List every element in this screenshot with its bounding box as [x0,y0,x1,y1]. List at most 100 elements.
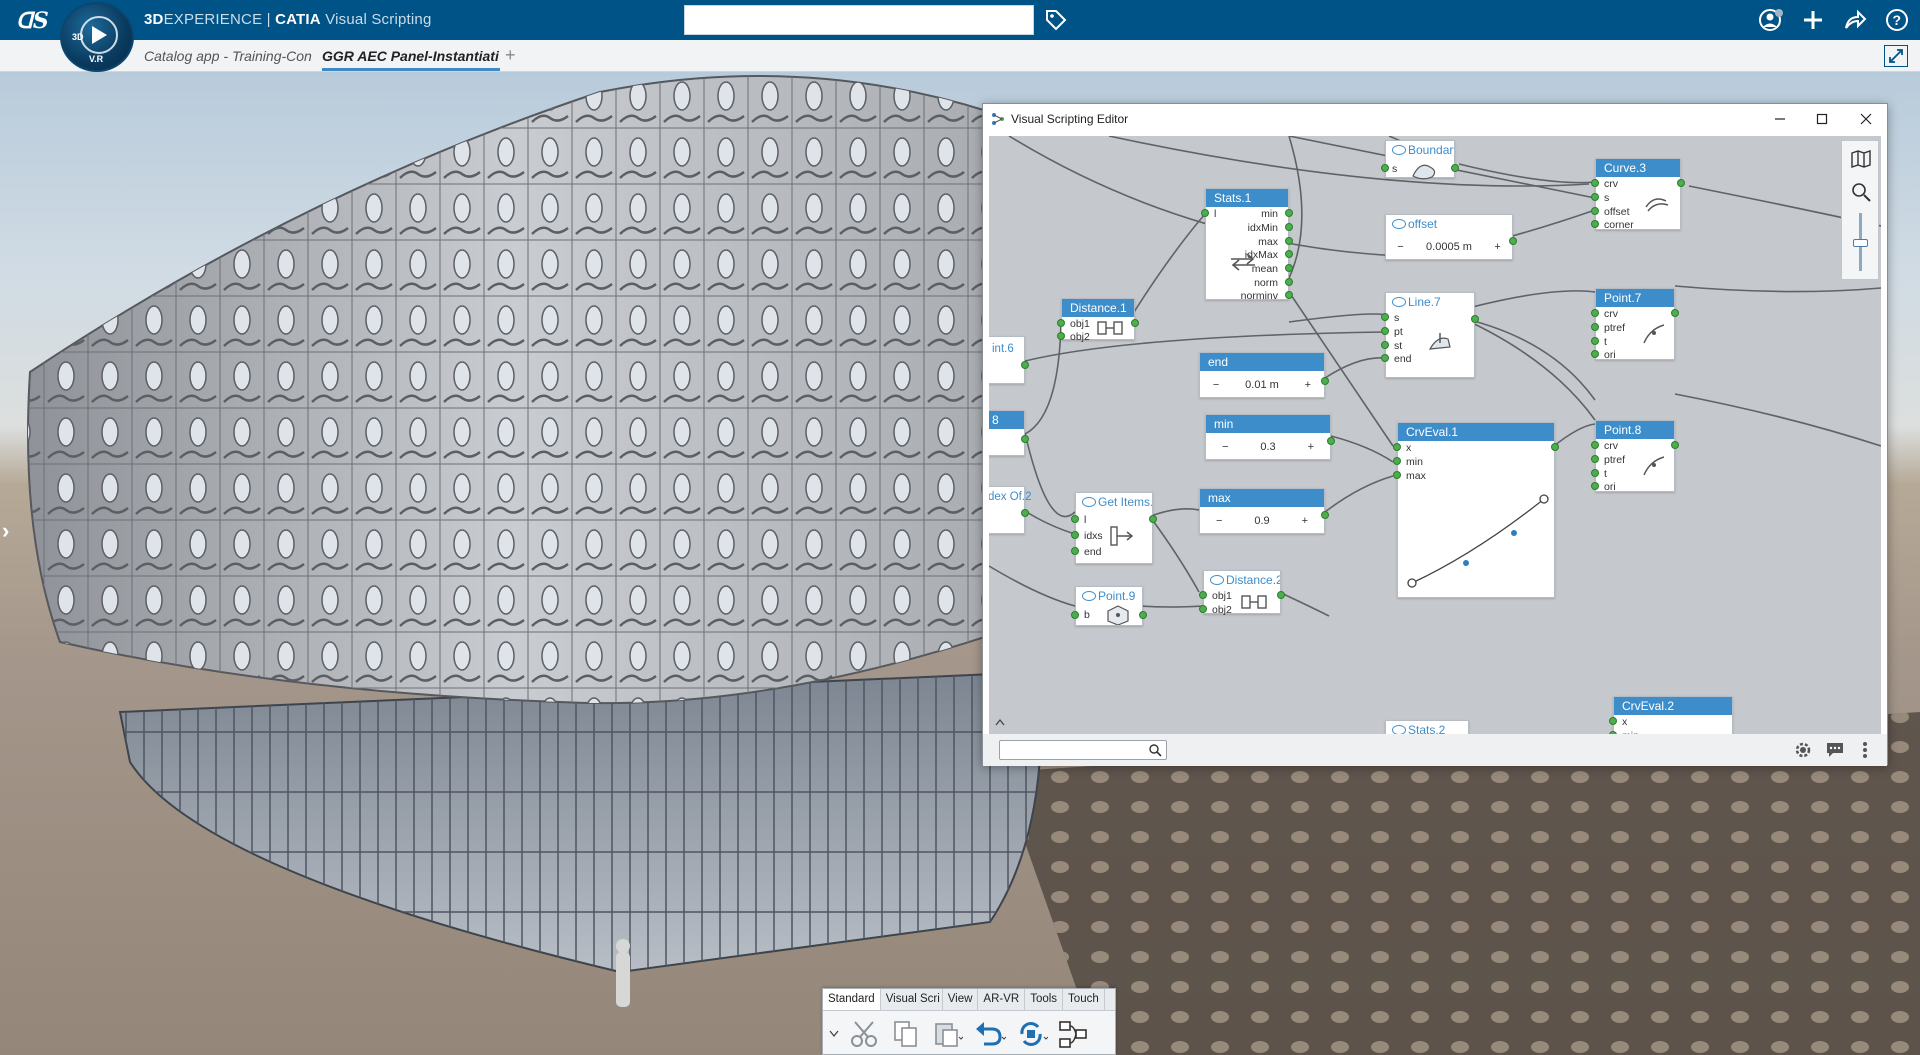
share-icon[interactable] [1842,7,1868,33]
node-curve-3[interactable]: Curve.3 crv s offset corner [1591,158,1685,231]
node-crveval-1[interactable]: CrvEval.1 x min max [1393,422,1559,598]
user-profile-icon[interactable] [1758,7,1784,33]
port-dot[interactable] [1393,443,1401,451]
port-dot[interactable] [1591,469,1599,477]
port-dot[interactable] [1451,164,1459,172]
port-dot[interactable] [1381,354,1389,362]
node-max[interactable]: max − 0.9 + [1199,488,1329,534]
increment-button[interactable]: + [1494,241,1500,253]
port-dot[interactable] [1321,511,1329,519]
map-icon[interactable] [1850,149,1872,169]
top-search-input[interactable] [684,5,1034,35]
max-value[interactable]: 0.9 [1254,515,1269,527]
update-button[interactable] [1015,1017,1049,1051]
play-icon[interactable] [92,26,107,44]
node-point-7[interactable]: Point.7 crv ptref t ori [1591,288,1679,361]
port-dot[interactable] [1609,717,1617,725]
port-dot[interactable] [1149,515,1157,523]
undo-button[interactable] [973,1017,1007,1051]
tab-catalog-app[interactable]: Catalog app - Training-Con [144,48,320,64]
cut-button[interactable] [847,1017,881,1051]
zoom-icon[interactable] [1850,181,1872,203]
node-search-input[interactable] [999,740,1167,760]
chevron-up-icon[interactable] [995,718,1005,726]
node-point-9[interactable]: Point.9 b [1071,586,1147,626]
evaluation-curve-graph[interactable] [1406,483,1550,595]
close-button[interactable] [1855,108,1877,130]
node-8[interactable]: 8 [989,410,1029,456]
tab-visual-scripting[interactable]: Visual Scri [881,989,943,1010]
port-dot[interactable] [1201,209,1209,217]
port-dot[interactable] [1071,611,1079,619]
dassault-logo-icon[interactable]: ꓷS [14,4,49,36]
help-icon[interactable]: ? [1884,7,1910,33]
expand-left-panel-icon[interactable]: › [2,518,9,544]
port-dot[interactable] [1591,207,1599,215]
add-icon[interactable] [1800,7,1826,33]
port-dot[interactable] [1591,350,1599,358]
more-options-button[interactable] [1855,740,1875,760]
graph-canvas[interactable]: Boundary.! s Curve.3 crv s offset corner… [989,136,1881,734]
port-dot[interactable] [1381,327,1389,335]
node-line-7[interactable]: Line.7 s pt st end [1381,292,1479,378]
increment-button[interactable]: + [1302,515,1308,527]
port-dot[interactable] [1021,361,1029,369]
fullscreen-button[interactable] [1884,45,1908,67]
port-dot[interactable] [1131,319,1139,327]
tab-standard[interactable]: Standard [823,989,881,1010]
compass-icon[interactable]: 3D V.R [60,2,134,72]
increment-button[interactable]: + [1305,379,1311,391]
port-dot[interactable] [1285,223,1293,231]
port-dot[interactable] [1591,441,1599,449]
node-get-items-2[interactable]: Get Items.2 l idxs end [1071,492,1157,564]
decrement-button[interactable]: − [1222,441,1228,453]
node-index-of-2[interactable]: dex Of.2 [989,486,1031,534]
comments-button[interactable] [1825,740,1845,760]
port-dot[interactable] [1285,291,1293,299]
port-dot[interactable] [1591,482,1599,490]
graph-button[interactable] [1057,1017,1091,1051]
port-dot[interactable] [1199,605,1207,613]
add-tab-button[interactable]: + [505,45,516,66]
port-dot[interactable] [1591,179,1599,187]
end-value[interactable]: 0.01 m [1245,379,1279,391]
offset-value[interactable]: 0.0005 m [1426,241,1472,253]
port-dot[interactable] [1057,332,1065,340]
node-stats-1[interactable]: Stats.1 l min idxMin max idxMax mean nor… [1201,188,1293,302]
port-dot[interactable] [1071,515,1079,523]
node-int-6[interactable]: int.6 [989,336,1029,384]
settings-button[interactable] [1793,740,1813,760]
port-dot[interactable] [1285,278,1293,286]
zoom-slider-handle[interactable] [1853,239,1868,247]
port-dot[interactable] [1285,209,1293,217]
minimize-button[interactable] [1769,108,1791,130]
tab-tools[interactable]: Tools [1025,989,1064,1010]
port-dot[interactable] [1671,441,1679,449]
port-dot[interactable] [1591,455,1599,463]
port-dot[interactable] [1285,250,1293,258]
node-crveval-2[interactable]: CrvEval.2 x min [1609,696,1733,734]
end-value-stepper[interactable]: − 0.01 m + [1200,373,1324,397]
port-dot[interactable] [1393,457,1401,465]
offset-value-stepper[interactable]: − 0.0005 m + [1386,235,1512,259]
node-distance-2[interactable]: Distance.2 obj1 obj2 [1199,570,1285,616]
search-icon[interactable] [1148,743,1162,757]
port-dot[interactable] [1677,179,1685,187]
port-dot[interactable] [1381,313,1389,321]
tab-touch[interactable]: Touch [1063,989,1105,1010]
port-dot[interactable] [1381,164,1389,172]
tag-icon[interactable] [1044,8,1068,32]
port-dot[interactable] [1591,193,1599,201]
min-value[interactable]: 0.3 [1260,441,1275,453]
port-dot[interactable] [1071,547,1079,555]
chevron-down-icon[interactable] [829,1030,839,1038]
port-dot[interactable] [1671,309,1679,317]
node-distance-1[interactable]: Distance.1 obj1 obj2 [1057,298,1139,343]
port-dot[interactable] [1277,591,1285,599]
decrement-button[interactable]: − [1216,515,1222,527]
port-dot[interactable] [1071,531,1079,539]
node-min[interactable]: min − 0.3 + [1205,414,1335,460]
maximize-button[interactable] [1811,108,1833,130]
port-dot[interactable] [1057,319,1065,327]
port-dot[interactable] [1139,611,1147,619]
